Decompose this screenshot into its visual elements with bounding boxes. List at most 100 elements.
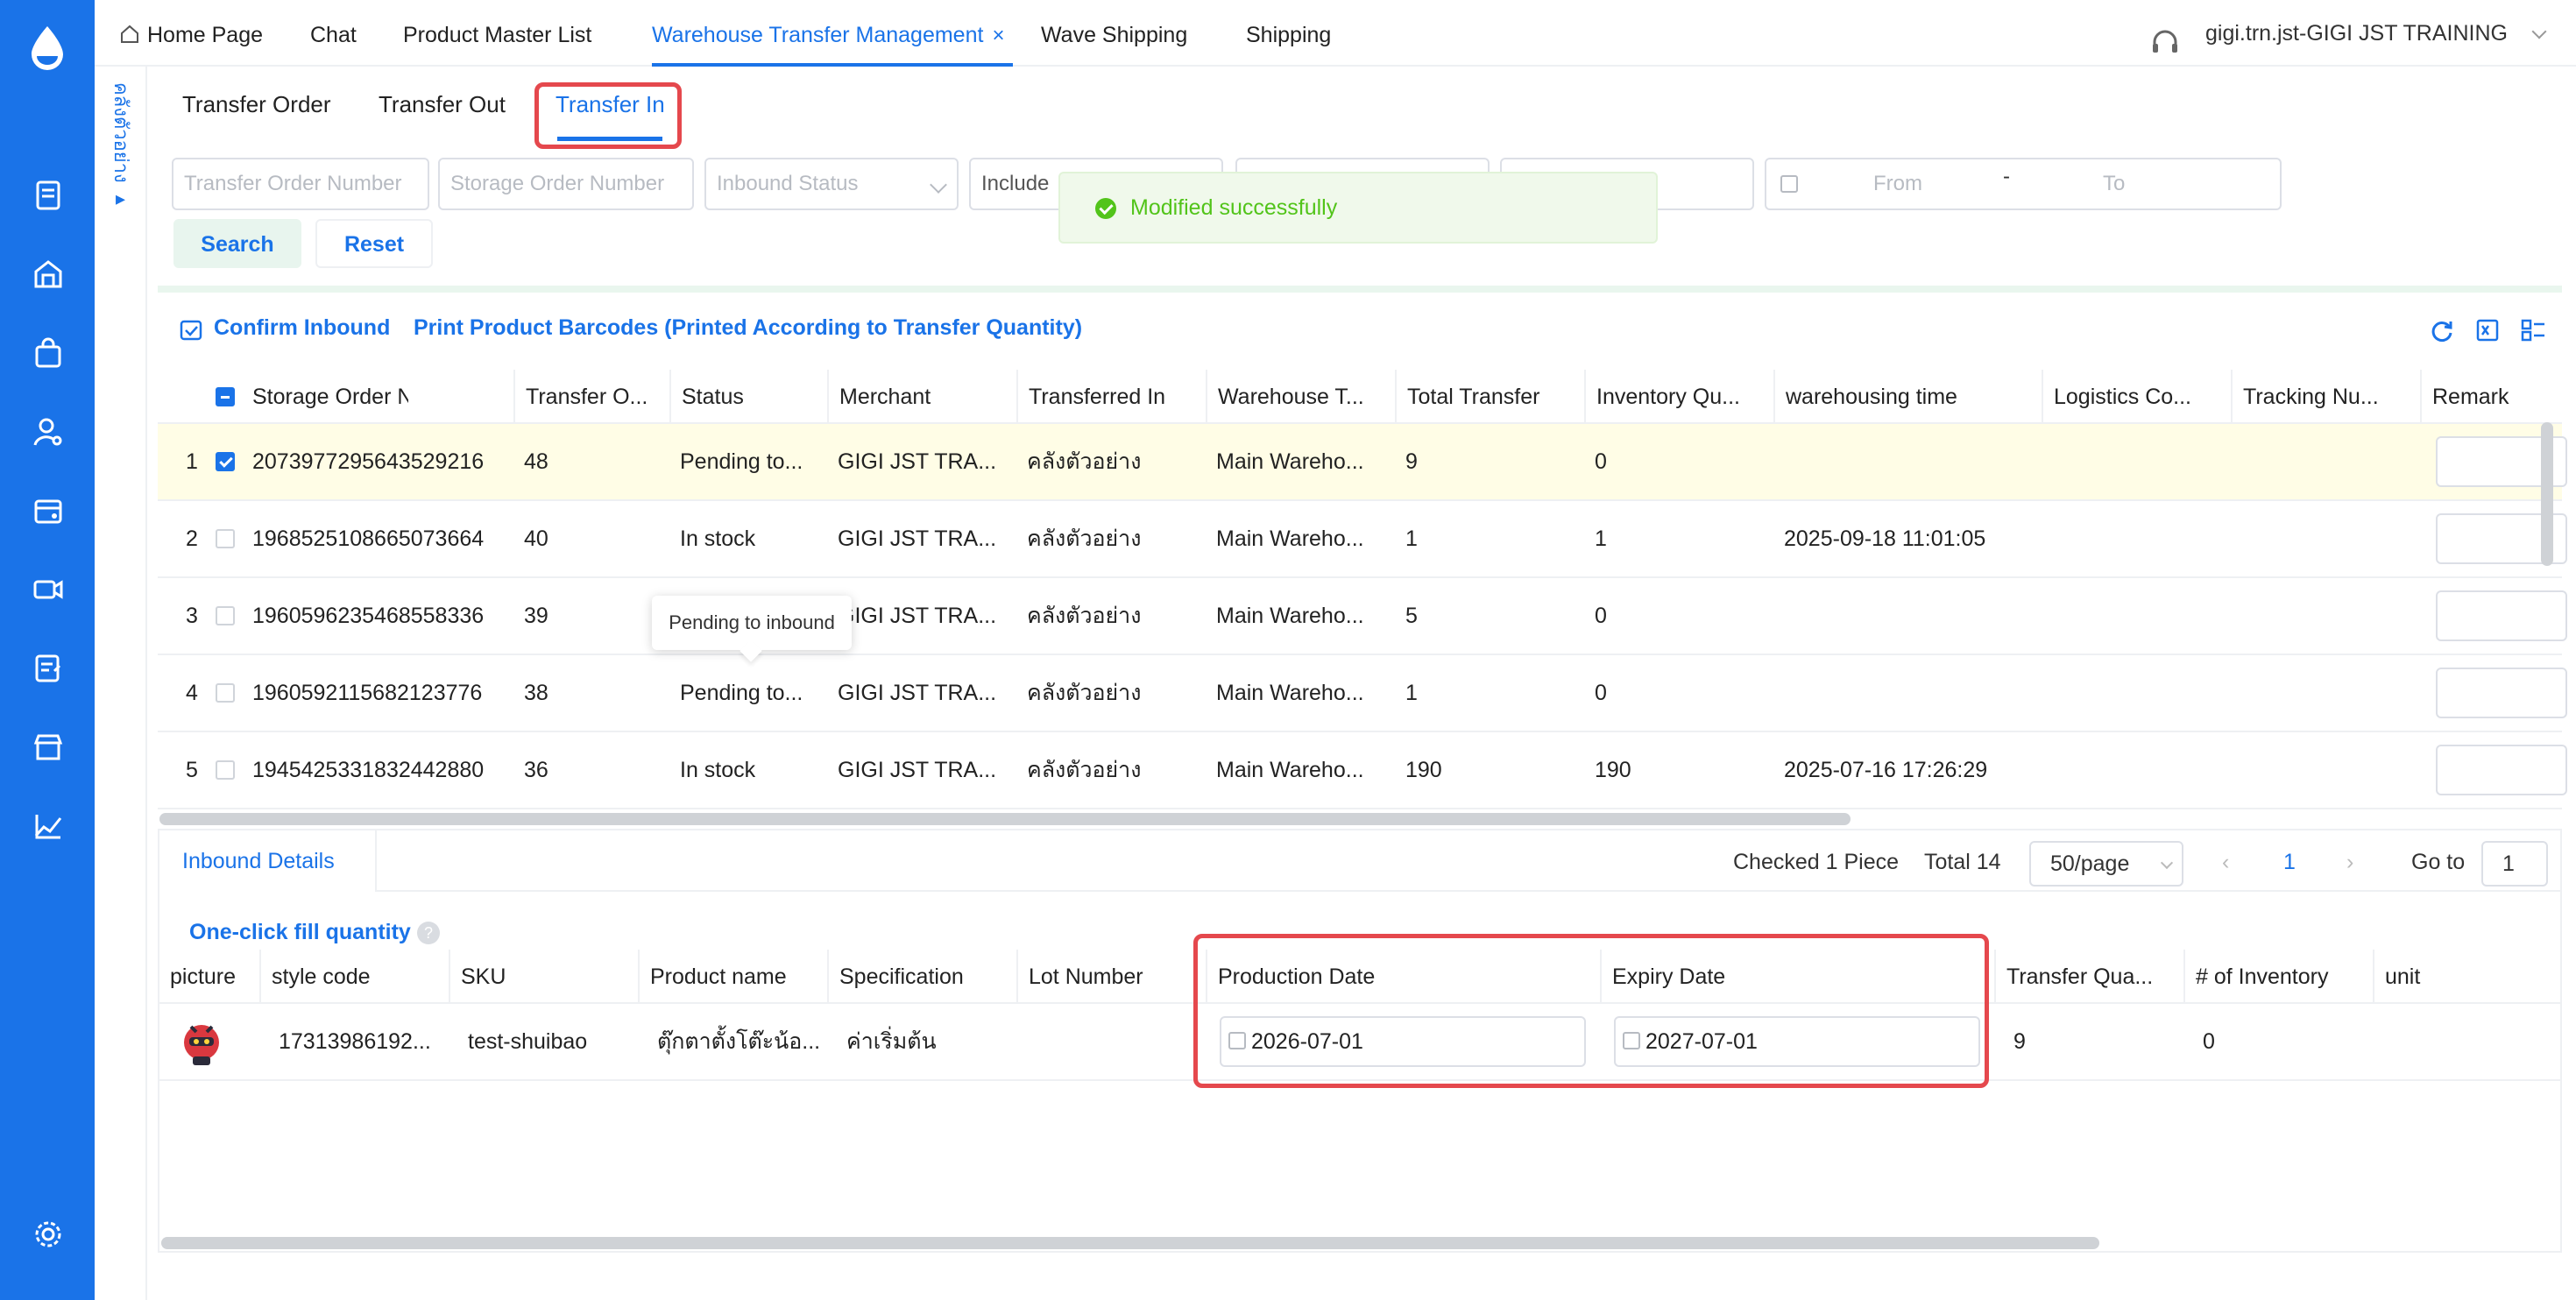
table-header: Storage Order Number Transfer O... Statu… [158,370,2562,424]
storage-order-number-input[interactable]: Storage Order Number [438,158,694,210]
search-button[interactable]: Search [173,219,301,268]
tab-shipping[interactable]: Shipping [1246,0,1331,67]
tab-product-master-list[interactable]: Product Master List [403,0,591,67]
tab-wave-shipping[interactable]: Wave Shipping [1041,0,1187,67]
table-row[interactable]: 3 1960596235468558336 39 GIGI JST TRA... คลั… [158,578,2567,655]
prev-page-icon[interactable]: ‹ [2222,850,2229,875]
warehouse-icon[interactable] [32,258,65,291]
cell-merchant: GIGI JST TRA... [838,526,997,551]
cell-style-code: 17313986192... [279,1029,431,1054]
table-row[interactable]: 4 1960592115682123776 38 Pending to... GIGI … [158,655,2567,732]
help-icon[interactable]: ? [417,922,440,944]
th-unit[interactable]: unit [2373,950,2562,1004]
tab-chat[interactable]: Chat [310,0,357,67]
th-specification[interactable]: Specification [827,950,1016,1004]
row-checkbox[interactable] [216,606,235,625]
cell-merchant: GIGI JST TRA... [838,604,997,628]
date-from[interactable]: From [1873,159,1922,208]
table-row[interactable]: 5 1945425331832442880 36 In stock GIGI JST T… [158,732,2567,809]
page-size-select[interactable]: 50/page [2029,841,2183,887]
th-total-transfer[interactable]: Total Transfer [1395,370,1584,424]
tab-warehouse-transfer-label: Warehouse Transfer Management [652,23,984,47]
warehouse-collapse-strip[interactable]: คลังตัวอย่าง ▸ [95,67,147,1300]
confirm-inbound-button[interactable]: Confirm Inbound [214,315,390,341]
settings-gear-icon[interactable] [32,1218,65,1251]
report-icon[interactable] [32,652,65,685]
subtab-transfer-order[interactable]: Transfer Order [182,91,331,118]
table-row[interactable]: 2 1968525108665073664 40 In stock GIGI JST T… [158,501,2567,578]
th-inventory-count[interactable]: # of Inventory [2183,950,2373,1004]
refresh-icon[interactable] [2429,317,2455,343]
print-barcodes-button[interactable]: Print Product Barcodes (Printed Accordin… [414,315,1082,341]
logo-drop-icon[interactable] [26,25,68,72]
left-sidebar [0,0,95,1300]
user-name: gigi.trn.jst-GIGI JST TRAINING [2205,21,2508,46]
row-index: 5 [186,758,198,782]
table-row[interactable]: 1 2073977295643529216 48 Pending to... GIGI … [158,424,2567,501]
th-warehousing-time[interactable]: warehousing time [1773,370,2042,424]
remark-input[interactable] [2436,590,2567,641]
current-page[interactable]: 1 [2283,850,2296,875]
one-click-fill-button[interactable]: One-click fill quantity [189,920,411,945]
row-checkbox[interactable] [216,452,235,471]
th-transfer-quantity[interactable]: Transfer Qua... [1994,950,2183,1004]
date-range-picker[interactable]: From - To [1765,158,2282,210]
remark-input[interactable] [2436,745,2567,795]
cell-total-transfer: 5 [1405,604,1418,628]
subtab-transfer-out[interactable]: Transfer Out [379,91,506,118]
tab-inbound-details[interactable]: Inbound Details [159,830,377,892]
next-page-icon[interactable]: › [2346,850,2353,875]
table-horizontal-scrollbar[interactable] [159,813,1851,825]
inbound-status-select[interactable]: Inbound Status [704,158,959,210]
tab-warehouse-transfer-management[interactable]: Warehouse Transfer Management × [652,0,1014,67]
th-style-code[interactable]: style code [259,950,449,1004]
document-icon[interactable] [32,179,65,212]
row-checkbox[interactable] [216,683,235,703]
columns-icon[interactable] [2520,317,2546,343]
chart-icon[interactable] [32,809,65,843]
row-checkbox[interactable] [216,529,235,548]
storage-settings-icon[interactable] [32,494,65,527]
close-icon[interactable]: × [992,24,1004,47]
home-icon [119,3,140,43]
th-remark[interactable]: Remark [2420,370,2562,424]
row-checkbox[interactable] [216,760,235,780]
product-thumbnail[interactable] [177,1016,226,1069]
cell-warehouse-type: Main Wareho... [1216,449,1364,474]
th-inventory-quantity[interactable]: Inventory Qu... [1584,370,1773,424]
goto-page-input[interactable]: 1 [2481,841,2548,887]
reset-button[interactable]: Reset [315,219,433,268]
th-transferred-in[interactable]: Transferred In [1016,370,1206,424]
row-index: 3 [186,604,198,628]
select-all-checkbox[interactable] [216,387,235,406]
user-menu[interactable]: gigi.trn.jst-GIGI JST TRAINING [2149,0,2547,67]
table-vertical-scrollbar[interactable] [2541,422,2553,566]
store-icon[interactable] [32,731,65,764]
shopping-bag-icon[interactable] [32,336,65,370]
cell-merchant: GIGI JST TRA... [838,449,997,474]
tab-home-page[interactable]: Home Page [119,0,263,67]
cell-sku: test-shuibao [468,1029,588,1054]
checked-count: Checked 1 Piece [1733,850,1900,874]
excel-icon[interactable] [2474,317,2501,343]
warehouse-strip-label[interactable]: คลังตัวอย่าง ▸ [105,82,137,210]
th-lot-number[interactable]: Lot Number [1016,950,1206,1004]
th-storage-order-number[interactable]: Storage Order Number [242,370,408,424]
headset-icon[interactable] [2149,18,2181,53]
th-tracking-number[interactable]: Tracking Nu... [2231,370,2420,424]
date-to[interactable]: To [2103,159,2125,208]
th-status[interactable]: Status [669,370,827,424]
th-transfer-order[interactable]: Transfer O... [513,370,669,424]
remark-input[interactable] [2436,668,2567,718]
th-picture[interactable]: picture [159,950,259,1004]
cell-inventory-quantity: 0 [1595,681,1607,705]
details-horizontal-scrollbar[interactable] [161,1237,2099,1249]
th-product-name[interactable]: Product name [638,950,827,1004]
th-sku[interactable]: SKU [449,950,638,1004]
th-merchant[interactable]: Merchant [827,370,1016,424]
user-settings-icon[interactable] [32,415,65,449]
th-logistics-company[interactable]: Logistics Co... [2042,370,2231,424]
video-icon[interactable] [32,573,65,606]
transfer-order-number-input[interactable]: Transfer Order Number [172,158,429,210]
th-warehouse-type[interactable]: Warehouse T... [1206,370,1395,424]
